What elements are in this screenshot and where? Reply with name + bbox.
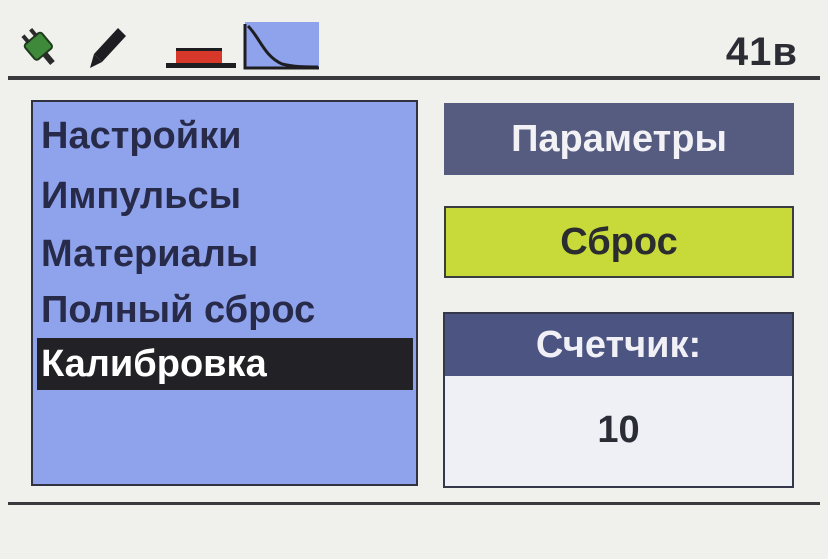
voltage-readout: 41в <box>725 30 798 74</box>
bottom-divider <box>8 502 820 505</box>
pencil-icon <box>90 28 126 68</box>
pulse-decay-icon <box>243 22 319 70</box>
menu-item-materials[interactable]: Материалы <box>37 228 258 280</box>
counter-value: 10 <box>597 409 640 451</box>
menu-item-calibration[interactable]: Калибровка <box>37 338 413 390</box>
main-menu: Настройки Импульсы Материалы Полный сбро… <box>31 100 418 486</box>
plug-icon <box>21 27 55 66</box>
status-divider <box>8 76 820 80</box>
menu-item-full-reset[interactable]: Полный сброс <box>37 284 315 336</box>
probe-icon <box>166 48 236 68</box>
device-screen: 41в Настройки Импульсы Материалы Полный … <box>0 0 828 559</box>
counter-panel: Счетчик: 10 <box>443 312 794 488</box>
parameters-button[interactable]: Параметры <box>444 103 794 175</box>
reset-button[interactable]: Сброс <box>444 206 794 278</box>
menu-item-settings[interactable]: Настройки <box>37 110 241 162</box>
status-bar: 41в <box>8 14 820 76</box>
menu-item-pulses[interactable]: Импульсы <box>37 170 241 222</box>
counter-label: Счетчик: <box>445 314 792 376</box>
